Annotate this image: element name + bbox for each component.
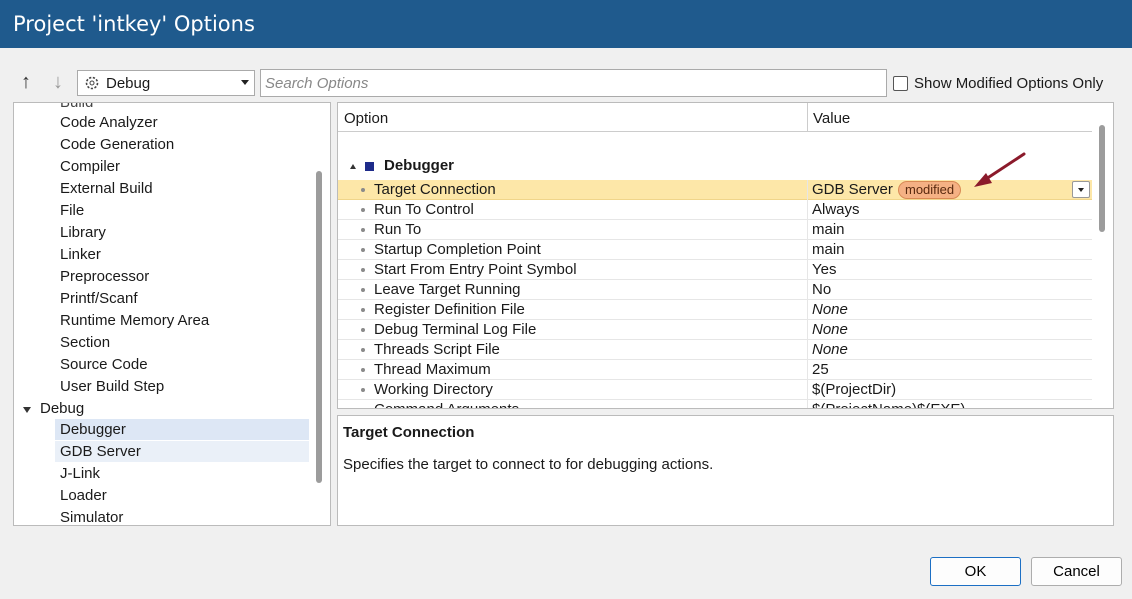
tree-item[interactable]: Section [60, 332, 110, 353]
arrow-up-icon[interactable]: ↑ [15, 71, 37, 95]
tree-item[interactable]: Runtime Memory Area [60, 310, 209, 331]
tree-item[interactable]: External Build [60, 178, 153, 199]
tree-item[interactable]: Code Analyzer [60, 112, 158, 133]
tree-group-debug[interactable]: Debug [40, 398, 84, 419]
tree-item[interactable]: Library [60, 222, 106, 243]
window-title: Project 'intkey' Options [13, 12, 255, 36]
title-bar: Project 'intkey' Options [0, 0, 1132, 48]
tree-item[interactable]: Code Generation [60, 134, 174, 155]
tree-item[interactable]: Printf/Scanf [60, 288, 138, 309]
chevron-down-icon [241, 80, 249, 85]
category-tree[interactable]: Build Code Analyzer Code Generation Comp… [13, 102, 331, 526]
tree-item-debugger[interactable]: Debugger [55, 419, 309, 440]
tree-item[interactable]: J-Link [60, 463, 100, 484]
tree-item-gdb-server[interactable]: GDB Server [55, 441, 309, 462]
cancel-button[interactable]: Cancel [1031, 557, 1122, 586]
annotation-arrow-icon [974, 152, 1026, 187]
description-text: Specifies the target to connect to for d… [343, 456, 714, 473]
ok-button[interactable]: OK [930, 557, 1021, 586]
tree-item[interactable]: Simulator [60, 507, 123, 525]
tree-scrollbar[interactable] [316, 171, 322, 483]
tree-item[interactable]: Source Code [60, 354, 148, 375]
tree-item[interactable]: Preprocessor [60, 266, 149, 287]
configuration-value: Debug [106, 75, 151, 92]
arrow-down-icon[interactable]: ↓ [47, 71, 69, 95]
tree-item[interactable]: User Build Step [60, 376, 164, 397]
description-title: Target Connection [343, 424, 475, 441]
configuration-select[interactable]: Debug [77, 70, 255, 96]
tree-item[interactable]: Loader [60, 485, 107, 506]
tree-item[interactable]: File [60, 200, 84, 221]
show-modified-checkbox[interactable] [893, 76, 908, 91]
show-modified-label: Show Modified Options Only [914, 75, 1104, 92]
tree-item[interactable]: Linker [60, 244, 101, 265]
options-grid[interactable]: Option Value Debugger Target Connection … [337, 102, 1114, 409]
configuration-icon [85, 76, 99, 90]
tree-item[interactable]: Compiler [60, 156, 120, 177]
expand-triangle-icon[interactable] [23, 407, 31, 413]
bullet-icon [361, 408, 365, 409]
description-panel: Target Connection Specifies the target t… [337, 415, 1114, 526]
search-input[interactable] [260, 69, 887, 97]
